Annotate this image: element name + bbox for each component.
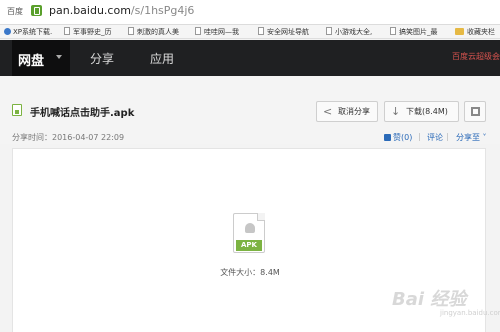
file-name: 手机喊话点击助手.apk xyxy=(30,108,135,119)
bookmark-label: 收藏夹栏 xyxy=(467,28,495,36)
share-to-link[interactable]: 分享至 ˅ xyxy=(456,132,487,143)
thumbs-up-icon xyxy=(384,134,391,141)
comment-link[interactable]: 评论 xyxy=(427,132,443,143)
cancel-share-button[interactable]: 取消分享 xyxy=(316,101,378,122)
divider: | xyxy=(418,132,421,141)
address-bar[interactable]: 百度 pan.baidu.com/s/1hsPg4j6 xyxy=(0,0,500,25)
bookmark-label: 哇哇网—我 xyxy=(204,28,239,36)
xp-icon xyxy=(4,28,11,35)
brand-label[interactable]: 网盘 xyxy=(18,50,44,69)
divider: | xyxy=(446,132,449,141)
file-header: 手机喊话点击助手.apk 取消分享 下载(8.4M) 分享时间：2016-04-… xyxy=(0,76,500,144)
bookmarks-bar: XP系统下载. 军事野史_历 刺激的真人美 哇哇网—我 安全网址导航 小游戏大全… xyxy=(0,25,500,39)
page-icon xyxy=(128,27,134,35)
bookmark-item[interactable]: 小游戏大全, xyxy=(326,27,372,37)
page-icon xyxy=(390,27,396,35)
nav-promo-link[interactable]: 百度云超级会 xyxy=(452,51,500,62)
top-nav: 网盘 分享 应用 百度云超级会 xyxy=(0,40,500,76)
chevron-down-icon[interactable] xyxy=(56,55,62,59)
bookmark-label: 搞笑图片_最 xyxy=(399,28,438,36)
file-size: 文件大小：8.4M xyxy=(220,268,280,277)
download-icon xyxy=(391,102,400,121)
apk-tag: APK xyxy=(236,240,262,251)
like-button[interactable]: 赞(0) xyxy=(384,132,412,143)
folder-icon xyxy=(455,28,464,35)
android-icon xyxy=(245,223,255,233)
page-fold xyxy=(257,213,265,221)
page-icon xyxy=(258,27,264,35)
bookmark-label: 安全网址导航 xyxy=(267,28,309,36)
bookmark-label: 刺激的真人美 xyxy=(137,28,179,36)
url-field[interactable]: pan.baidu.com/s/1hsPg4j6 xyxy=(49,4,194,17)
bookmark-item[interactable]: 收藏夹栏 xyxy=(455,27,495,37)
qr-code-button[interactable] xyxy=(464,101,486,122)
secure-lock-icon[interactable] xyxy=(31,5,42,16)
bookmark-label: XP系统下载. xyxy=(13,28,53,36)
tab-share[interactable]: 分享 xyxy=(90,50,114,67)
apk-file-icon: APK xyxy=(233,213,265,253)
download-label: 下载(8.4M) xyxy=(406,107,448,116)
bookmark-item[interactable]: 军事野史_历 xyxy=(64,27,112,37)
page-icon xyxy=(195,27,201,35)
bookmark-item[interactable]: 刺激的真人美 xyxy=(128,27,179,37)
cancel-share-label: 取消分享 xyxy=(338,107,370,116)
page-icon xyxy=(64,27,70,35)
bookmark-item[interactable]: 搞笑图片_最 xyxy=(390,27,438,37)
chevron-down-icon: ˅ xyxy=(480,133,487,142)
page-icon xyxy=(326,27,332,35)
share-to-label: 分享至 xyxy=(456,133,480,142)
share-time: 分享时间：2016-04-07 22:09 xyxy=(12,133,125,142)
url-path: /s/1hsPg4j6 xyxy=(130,4,195,17)
url-host: pan.baidu.com xyxy=(49,4,131,17)
bookmark-item[interactable]: 哇哇网—我 xyxy=(195,27,239,37)
bookmark-item[interactable]: XP系统下载. xyxy=(4,27,52,37)
tab-apps[interactable]: 应用 xyxy=(150,50,174,67)
like-label: 赞(0) xyxy=(393,133,413,142)
share-icon xyxy=(323,102,332,121)
download-button[interactable]: 下载(8.4M) xyxy=(384,101,459,122)
bookmark-item[interactable]: 安全网址导航 xyxy=(258,27,309,37)
bookmark-label: 军事野史_历 xyxy=(73,28,112,36)
watermark-url: jingyan.baidu.com xyxy=(440,309,500,317)
watermark-logo: Bai 经验 xyxy=(392,289,467,310)
qr-code-icon xyxy=(471,107,480,116)
site-label: 百度 xyxy=(7,7,23,16)
bookmark-label: 小游戏大全, xyxy=(335,28,373,36)
file-icon xyxy=(12,104,22,116)
